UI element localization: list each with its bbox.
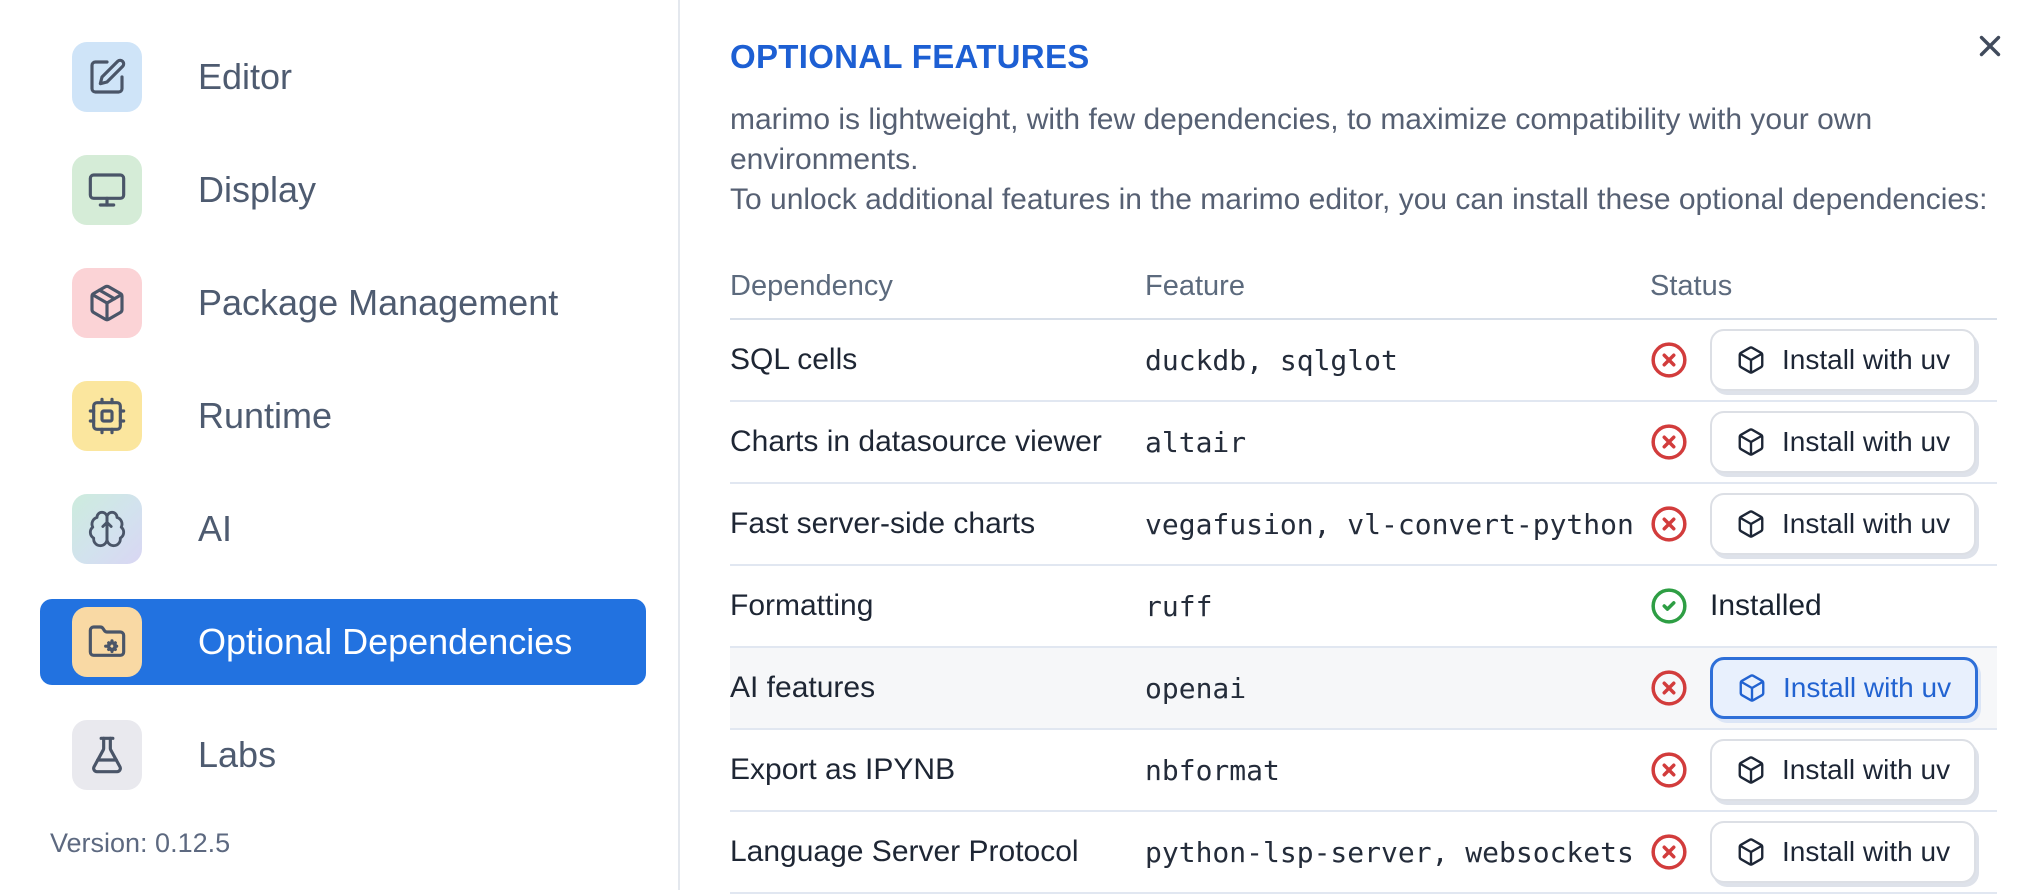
page-title: OPTIONAL FEATURES bbox=[730, 38, 1090, 75]
dependency-cell: Language Server Protocol bbox=[730, 835, 1079, 868]
status-cell: Install with uv bbox=[1650, 657, 1997, 719]
sidebar-item-label: AI bbox=[198, 508, 233, 549]
header-status: Status bbox=[1650, 269, 1733, 302]
close-icon[interactable] bbox=[1966, 22, 2014, 70]
status-cell: Install with uv bbox=[1650, 329, 1997, 391]
circle-x-icon bbox=[1650, 833, 1688, 871]
install-with-uv-button[interactable]: Install with uv bbox=[1710, 821, 1977, 883]
install-with-uv-button[interactable]: Install with uv bbox=[1710, 411, 1977, 473]
install-button-label: Install with uv bbox=[1782, 754, 1951, 785]
status-cell: Install with uv bbox=[1650, 493, 1997, 555]
dependency-cell: AI features bbox=[730, 671, 876, 704]
feature-cell: ruff bbox=[1145, 589, 1213, 623]
box-icon bbox=[1736, 837, 1766, 867]
install-button-label: Install with uv bbox=[1782, 426, 1951, 457]
feature-cell: vegafusion, vl-convert-python bbox=[1145, 507, 1634, 541]
box-icon bbox=[1737, 673, 1767, 703]
box-icon bbox=[1736, 427, 1766, 457]
install-with-uv-button[interactable]: Install with uv bbox=[1710, 329, 1977, 391]
status-cell: Install with uv bbox=[1650, 821, 1997, 883]
sidebar-item-ai[interactable]: AI bbox=[40, 486, 646, 572]
sidebar-item-icon-tile bbox=[72, 494, 142, 564]
brain-icon bbox=[87, 509, 127, 549]
status-cell: Installed bbox=[1650, 587, 1997, 625]
square-pen-icon bbox=[87, 57, 127, 97]
table-row: SQL cells duckdb, sqlglot Install with u… bbox=[730, 320, 1997, 402]
box-icon bbox=[1736, 345, 1766, 375]
settings-sidebar: Editor Display Package Management Runtim… bbox=[0, 0, 680, 890]
circle-x-icon bbox=[1650, 751, 1688, 789]
status-cell: Install with uv bbox=[1650, 739, 1997, 801]
feature-cell: altair bbox=[1145, 425, 1247, 459]
flask-icon bbox=[87, 735, 127, 775]
install-with-uv-button[interactable]: Install with uv bbox=[1710, 657, 1979, 719]
dependency-cell: SQL cells bbox=[730, 343, 858, 376]
version-label: Version: 0.12.5 bbox=[50, 828, 231, 858]
description-line-1: marimo is lightweight, with few dependen… bbox=[730, 103, 1873, 176]
table-body: SQL cells duckdb, sqlglot Install with u… bbox=[730, 320, 1997, 894]
installed-status-text: Installed bbox=[1710, 589, 1822, 622]
settings-dialog: Editor Display Package Management Runtim… bbox=[0, 0, 2042, 894]
install-button-label: Install with uv bbox=[1782, 344, 1951, 375]
dependency-cell: Fast server-side charts bbox=[730, 507, 1036, 540]
circle-x-icon bbox=[1650, 423, 1688, 461]
sidebar-item-icon-tile bbox=[72, 381, 142, 451]
sidebar-item-icon-tile bbox=[72, 268, 142, 338]
sidebar-item-label: Labs bbox=[198, 734, 277, 775]
sidebar-item-display[interactable]: Display bbox=[40, 147, 646, 233]
circle-check-icon bbox=[1650, 587, 1688, 625]
install-with-uv-button[interactable]: Install with uv bbox=[1710, 739, 1977, 801]
install-button-label: Install with uv bbox=[1783, 672, 1952, 703]
sidebar-item-label: Optional Dependencies bbox=[198, 621, 573, 662]
header-feature: Feature bbox=[1145, 269, 1245, 302]
dialog-description: marimo is lightweight, with few dependen… bbox=[730, 100, 1997, 220]
box-icon bbox=[1736, 755, 1766, 785]
monitor-icon bbox=[87, 170, 127, 210]
dependency-cell: Charts in datasource viewer bbox=[730, 425, 1102, 458]
table-row: Charts in datasource viewer altair Insta… bbox=[730, 402, 1997, 484]
table-row: Formatting ruff Installed bbox=[730, 566, 1997, 648]
circle-x-icon bbox=[1650, 669, 1688, 707]
install-button-label: Install with uv bbox=[1782, 836, 1951, 867]
table-row: Fast server-side charts vegafusion, vl-c… bbox=[730, 484, 1997, 566]
sidebar-item-icon-tile bbox=[72, 42, 142, 112]
table-row: AI features openai Install with uv bbox=[730, 648, 1997, 730]
feature-cell: openai bbox=[1145, 671, 1247, 705]
status-cell: Install with uv bbox=[1650, 411, 1997, 473]
table-row: Language Server Protocol python-lsp-serv… bbox=[730, 812, 1997, 894]
sidebar-item-icon-tile bbox=[72, 720, 142, 790]
dependency-cell: Export as IPYNB bbox=[730, 753, 956, 786]
optional-features-panel: OPTIONAL FEATURES marimo is lightweight,… bbox=[680, 0, 2042, 894]
feature-cell: python-lsp-server, websockets bbox=[1145, 835, 1634, 869]
table-header-row: Dependency Feature Status bbox=[730, 254, 1997, 320]
install-button-label: Install with uv bbox=[1782, 508, 1951, 539]
sidebar-item-optional-dependencies[interactable]: Optional Dependencies bbox=[40, 599, 646, 685]
sidebar-item-label: Display bbox=[198, 169, 317, 210]
install-with-uv-button[interactable]: Install with uv bbox=[1710, 493, 1977, 555]
package-icon bbox=[87, 283, 127, 323]
cpu-icon bbox=[87, 396, 127, 436]
circle-x-icon bbox=[1650, 341, 1688, 379]
table-row: Export as IPYNB nbformat Install with uv bbox=[730, 730, 1997, 812]
sidebar-item-label: Package Management bbox=[198, 282, 559, 323]
sidebar-item-editor[interactable]: Editor bbox=[40, 34, 646, 120]
description-line-2: To unlock additional features in the mar… bbox=[730, 183, 1988, 216]
box-icon bbox=[1736, 509, 1766, 539]
header-dependency: Dependency bbox=[730, 269, 893, 302]
sidebar-item-label: Editor bbox=[198, 56, 293, 97]
feature-cell: nbformat bbox=[1145, 753, 1280, 787]
folder-cog-icon bbox=[87, 622, 127, 662]
sidebar-item-icon-tile bbox=[72, 607, 142, 677]
sidebar-item-icon-tile bbox=[72, 155, 142, 225]
sidebar-item-runtime[interactable]: Runtime bbox=[40, 373, 646, 459]
optional-dependencies-table: Dependency Feature Status SQL cells duck… bbox=[730, 254, 1997, 894]
sidebar-item-labs[interactable]: Labs bbox=[40, 712, 646, 798]
circle-x-icon bbox=[1650, 505, 1688, 543]
sidebar-item-label: Runtime bbox=[198, 395, 333, 436]
dependency-cell: Formatting bbox=[730, 589, 874, 622]
sidebar-item-package-management[interactable]: Package Management bbox=[40, 260, 646, 346]
sidebar-item-list: Editor Display Package Management Runtim… bbox=[0, 34, 678, 798]
feature-cell: duckdb, sqlglot bbox=[1145, 343, 1398, 377]
